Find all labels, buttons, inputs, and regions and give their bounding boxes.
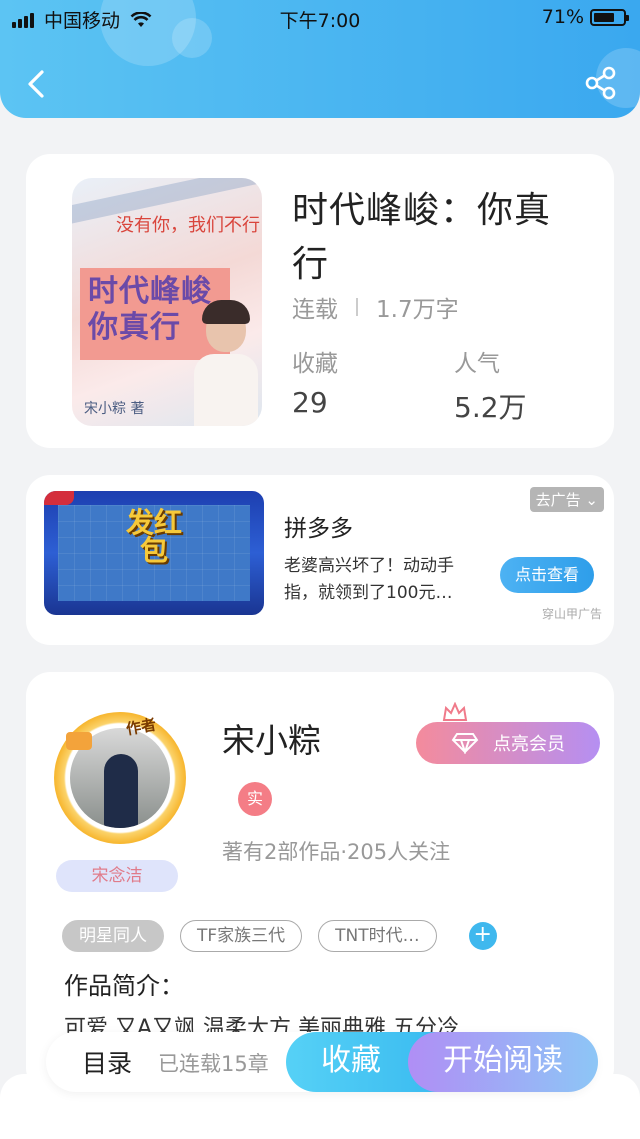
ad-card[interactable]: 发红包 去广告 ⌄ 拼多多 老婆高兴坏了！动动手指，就领到了100元… 点击查看… [26,475,614,645]
remove-ad-label: 去广告 [535,491,581,509]
word-count: 1.7万字 [376,297,459,323]
lamp-icon [66,732,92,750]
share-icon[interactable] [584,66,618,100]
bottom-action-bar: 目录 已连载15章 收藏 开始阅读 [46,1032,598,1092]
toc-status[interactable]: 已连载15章 [158,1048,269,1078]
top-header: 中国移动 下午7:00 71% [0,0,640,118]
add-tag-icon[interactable]: + [468,922,497,950]
start-reading-button[interactable]: 开始阅读 [408,1032,598,1092]
pen-name-badge: 宋念洁 [56,860,178,892]
battery-icon [590,8,629,26]
tag-item[interactable]: 明星同人 [62,920,164,952]
meta-divider [356,298,358,316]
back-icon[interactable] [22,64,52,104]
favorites-label: 收藏 [292,351,338,377]
verified-badge: 实 [238,782,272,816]
ad-name: 拼多多 [284,516,353,542]
status-bar: 中国移动 下午7:00 71% [0,0,640,36]
cover-author: 宋小粽 著 [84,401,145,417]
author-name[interactable]: 宋小粽 [222,714,321,762]
book-meta: 连载 1.7万字 [292,290,459,324]
crown-icon [442,702,468,721]
remove-ad-button[interactable]: 去广告 ⌄ [529,487,604,512]
ad-source: 穿山甲广告 [541,607,602,621]
ad-image[interactable]: 发红包 [44,491,264,615]
activate-vip-button[interactable]: 点亮会员 [416,722,600,764]
favorites-stat: 收藏 29 [292,344,338,419]
cover-portrait [190,300,260,426]
intro-title: 作品简介： [64,972,184,1000]
popularity-label: 人气 [454,351,500,377]
battery-percent: 71% [541,6,584,28]
vip-button-label: 点亮会员 [493,734,565,755]
cover-subtitle: 没有你，我们不行 [116,215,260,236]
tag-item[interactable]: TNT时代… [318,920,437,952]
ad-view-button[interactable]: 点击查看 [500,557,594,593]
chevron-down-icon: ⌄ [585,491,598,509]
author-stats: 著有2部作品·205人关注 [222,840,451,864]
diamond-icon [451,733,479,754]
favorites-value: 29 [292,386,328,419]
book-title: 时代峰峻：你真行 [292,190,552,285]
popularity-value: 5.2万 [454,391,527,424]
ad-corner-badge [44,491,74,505]
book-status: 连载 [292,297,338,323]
ad-image-text: 发红包 [125,506,182,567]
book-cover[interactable]: 没有你，我们不行 时代峰峻你真行 宋小粽 著 [72,178,262,426]
popularity-stat: 人气 5.2万 [454,344,527,426]
tag-list: 明星同人 TF家族三代 TNT时代… + [62,920,497,952]
ad-description: 老婆高兴坏了！动动手指，就领到了100元… [284,556,454,603]
toc-button[interactable]: 目录 [82,1044,132,1080]
book-info-card: 没有你，我们不行 时代峰峻你真行 宋小粽 著 时代峰峻：你真行 连载 1.7万字… [26,154,614,448]
tag-item[interactable]: TF家族三代 [180,920,303,952]
author-card: 作者 宋念洁 宋小粽 点亮会员 实 著有2部作品·205人关注 明星同人 TF家… [26,672,614,1092]
